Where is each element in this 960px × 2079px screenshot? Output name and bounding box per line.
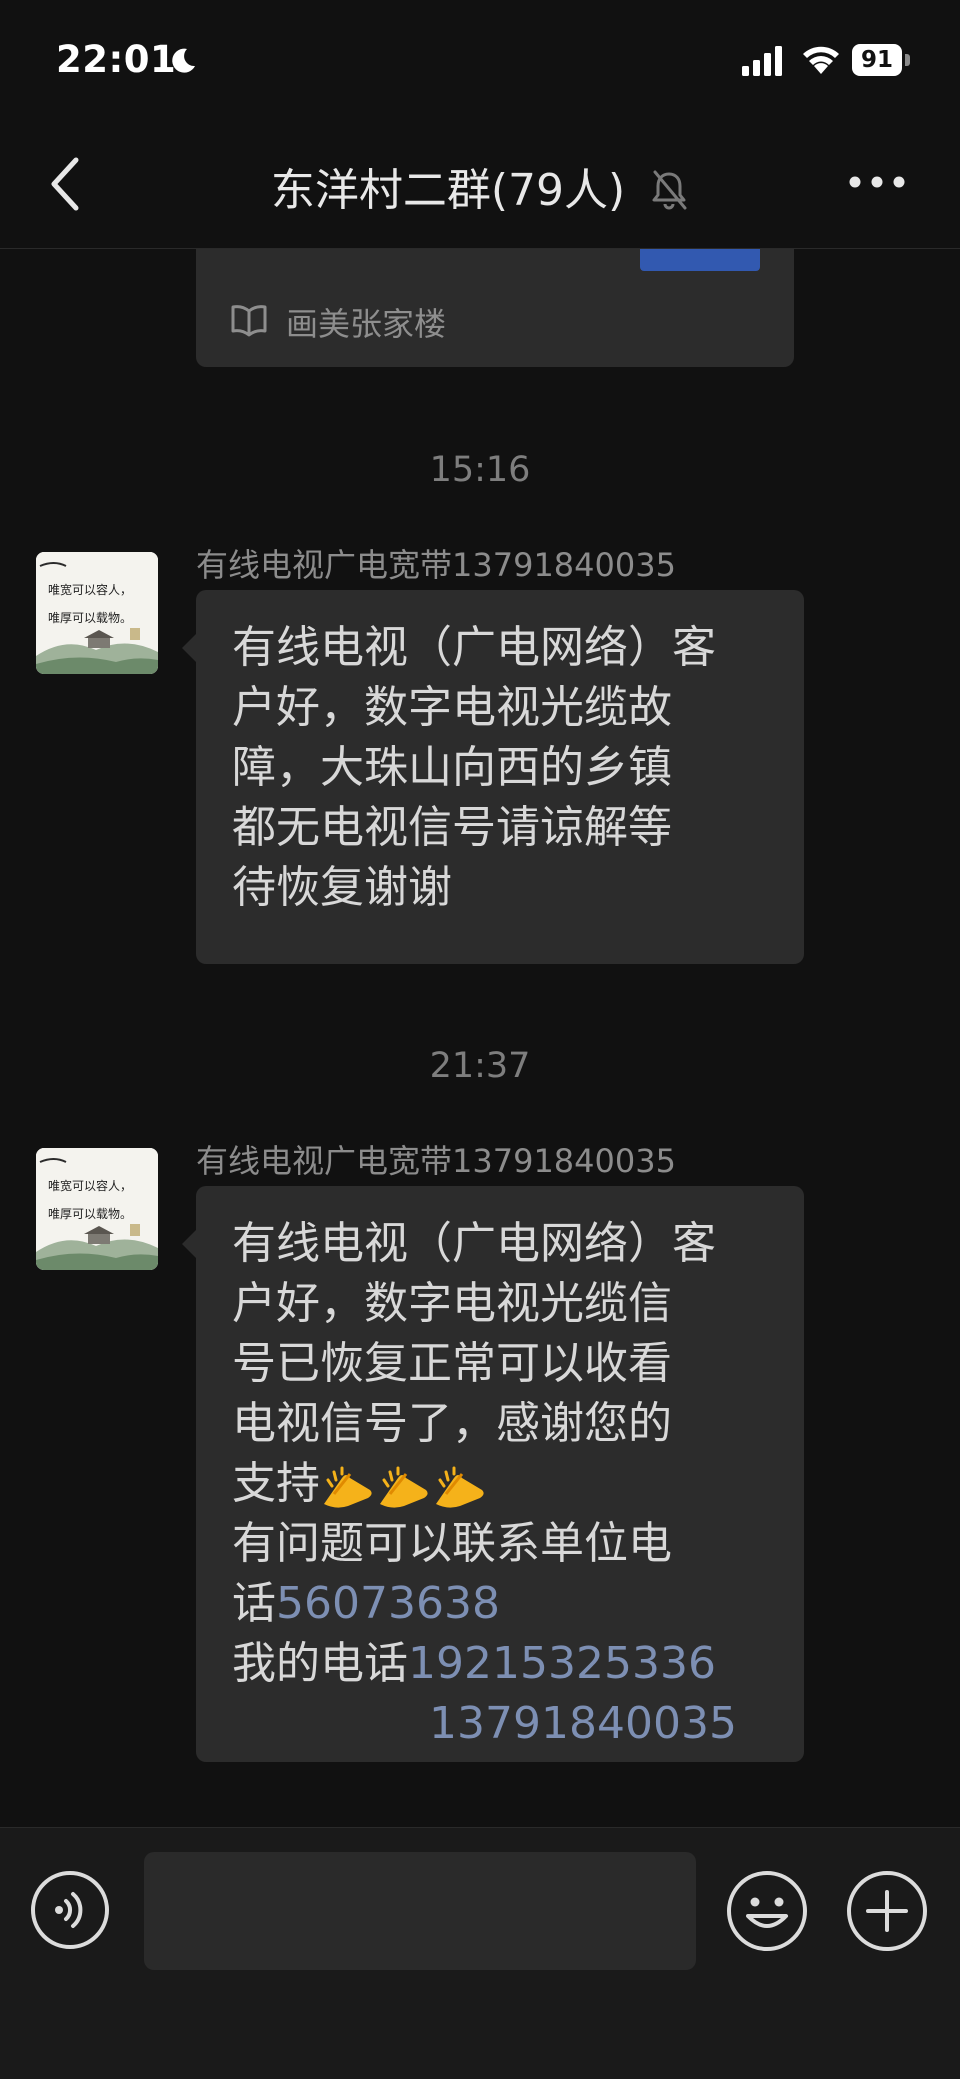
nav-bar: 东洋村二群(79人) — [0, 120, 960, 249]
chat-screen: 22:01 91 东洋村二群(79人) 画美张家楼 15:16 唯宽可以容人， … — [0, 0, 960, 2079]
clap-emoji-icon — [324, 1466, 372, 1508]
article-card[interactable]: 画美张家楼 — [196, 249, 794, 367]
phone-link-unit[interactable]: 56073638 — [276, 1578, 500, 1629]
message-input[interactable] — [144, 1852, 696, 1970]
avatar[interactable]: 唯宽可以容人， 唯厚可以载物。 — [36, 552, 158, 674]
battery-indicator: 91 — [852, 44, 910, 76]
article-thumbnail — [640, 249, 760, 271]
article-source: 画美张家楼 — [286, 305, 447, 343]
more-icon[interactable] — [848, 174, 906, 190]
status-time: 22:01 — [56, 38, 177, 81]
moon-icon — [172, 48, 195, 73]
chat-title-container: 东洋村二群(79人) — [0, 154, 960, 218]
signal-icon — [742, 46, 782, 76]
wifi-icon — [803, 46, 839, 74]
mute-icon — [652, 170, 687, 210]
battery-level: 91 — [860, 47, 893, 73]
avatar-calligraphy-1: 唯宽可以容人， — [48, 582, 132, 597]
phone-link-mobile-2[interactable]: 13791840035 — [429, 1698, 737, 1749]
chat-messages[interactable]: 画美张家楼 15:16 唯宽可以容人， 唯厚可以载物。 有线电视广电宽带1379… — [0, 249, 960, 1827]
clap-emoji-icon — [380, 1466, 428, 1508]
message-text: 有线电视（广电网络）客 户好，数字电视光缆故 障，大珠山向西的乡镇 都无电视信号… — [232, 622, 716, 913]
add-icon[interactable] — [846, 1870, 928, 1952]
input-bar — [0, 1827, 960, 2079]
avatar[interactable]: 唯宽可以容人， 唯厚可以载物。 — [36, 1148, 158, 1270]
sender-name: 有线电视广电宽带13791840035 — [196, 546, 676, 584]
emoji-icon[interactable] — [726, 1870, 808, 1952]
message-bubble[interactable]: 有线电视（广电网络）客 户好，数字电视光缆信 号已恢复正常可以收看 电视信号了，… — [182, 1186, 804, 1762]
message-timestamp: 21:37 — [429, 1046, 531, 1086]
avatar-calligraphy-2: 唯厚可以载物。 — [48, 1207, 132, 1221]
clap-emoji-icon — [436, 1466, 484, 1508]
chat-title: 东洋村二群(79人) — [270, 165, 626, 216]
phone-link-mobile-1[interactable]: 19215325336 — [408, 1638, 716, 1689]
message-bubble[interactable]: 有线电视（广电网络）客 户好，数字电视光缆故 障，大珠山向西的乡镇 都无电视信号… — [182, 590, 804, 964]
message-text: 有线电视（广电网络）客 户好，数字电视光缆信 号已恢复正常可以收看 电视信号了，… — [232, 1218, 737, 1749]
voice-icon[interactable] — [30, 1870, 110, 1950]
sender-name: 有线电视广电宽带13791840035 — [196, 1142, 676, 1180]
avatar-calligraphy-2: 唯厚可以载物。 — [48, 611, 132, 625]
avatar-calligraphy-1: 唯宽可以容人， — [48, 1178, 132, 1193]
book-icon — [231, 305, 267, 337]
status-bar: 22:01 91 — [0, 0, 960, 120]
message-timestamp: 15:16 — [429, 450, 531, 490]
